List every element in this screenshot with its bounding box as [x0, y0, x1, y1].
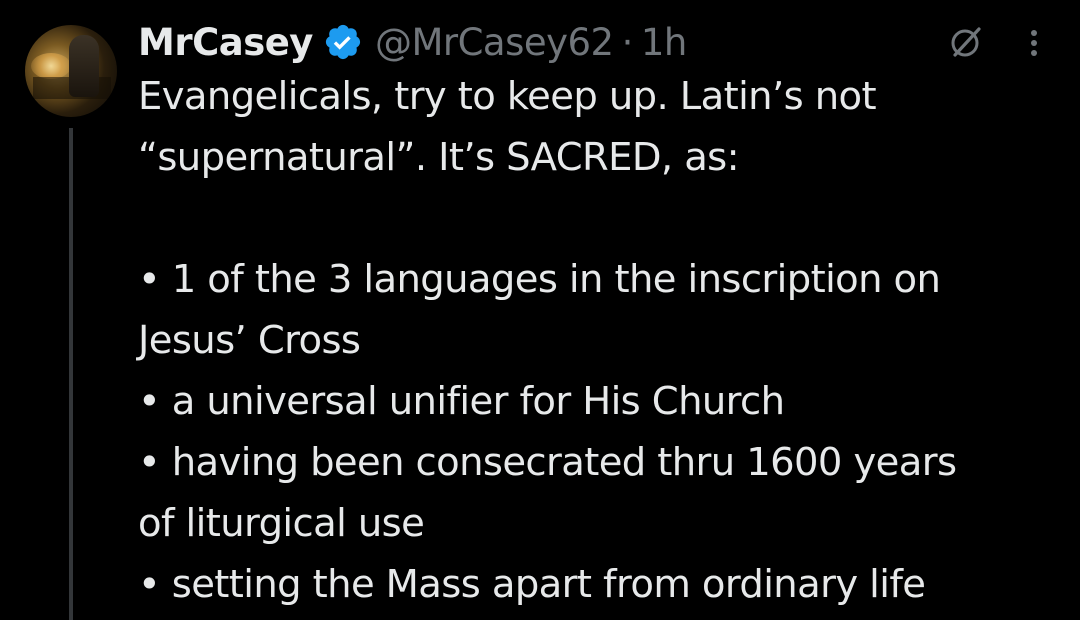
thread-line — [69, 128, 73, 620]
more-options-icon[interactable] — [1018, 22, 1050, 62]
verified-badge-icon[interactable] — [323, 22, 363, 62]
avatar-figure — [69, 35, 99, 97]
post[interactable]: MrCasey @MrCasey62 · 1h Evangelicals, tr… — [0, 0, 1080, 620]
post-text-line: Evangelicals, try to keep up. Latin’s no… — [138, 74, 877, 119]
post-text-blank-line — [138, 188, 1068, 249]
author-handle[interactable]: @MrCasey62 — [375, 21, 614, 64]
bullet-item: • a universal unifier for His Church — [138, 379, 785, 424]
bullet-item: • 1 of the 3 languages in the inscriptio… — [138, 257, 941, 302]
bullet-item: • having been consecrated thru 1600 year… — [138, 440, 957, 485]
post-time[interactable]: 1h — [641, 21, 688, 64]
bullet-item: • setting the Mass apart from ordinary l… — [138, 562, 926, 607]
header-separator: · — [621, 20, 634, 64]
post-text: Evangelicals, try to keep up. Latin’s no… — [138, 66, 1068, 615]
author-avatar[interactable] — [25, 25, 117, 117]
avatar-light — [31, 53, 71, 79]
post-header: MrCasey @MrCasey62 · 1h — [138, 14, 687, 70]
bullet-item-continuation: of liturgical use — [138, 501, 425, 546]
author-display-name[interactable]: MrCasey — [138, 21, 313, 64]
bullet-item-continuation: Jesus’ Cross — [138, 318, 361, 363]
post-text-line: “supernatural”. It’s SACRED, as: — [138, 135, 740, 180]
grok-icon[interactable] — [946, 22, 986, 62]
